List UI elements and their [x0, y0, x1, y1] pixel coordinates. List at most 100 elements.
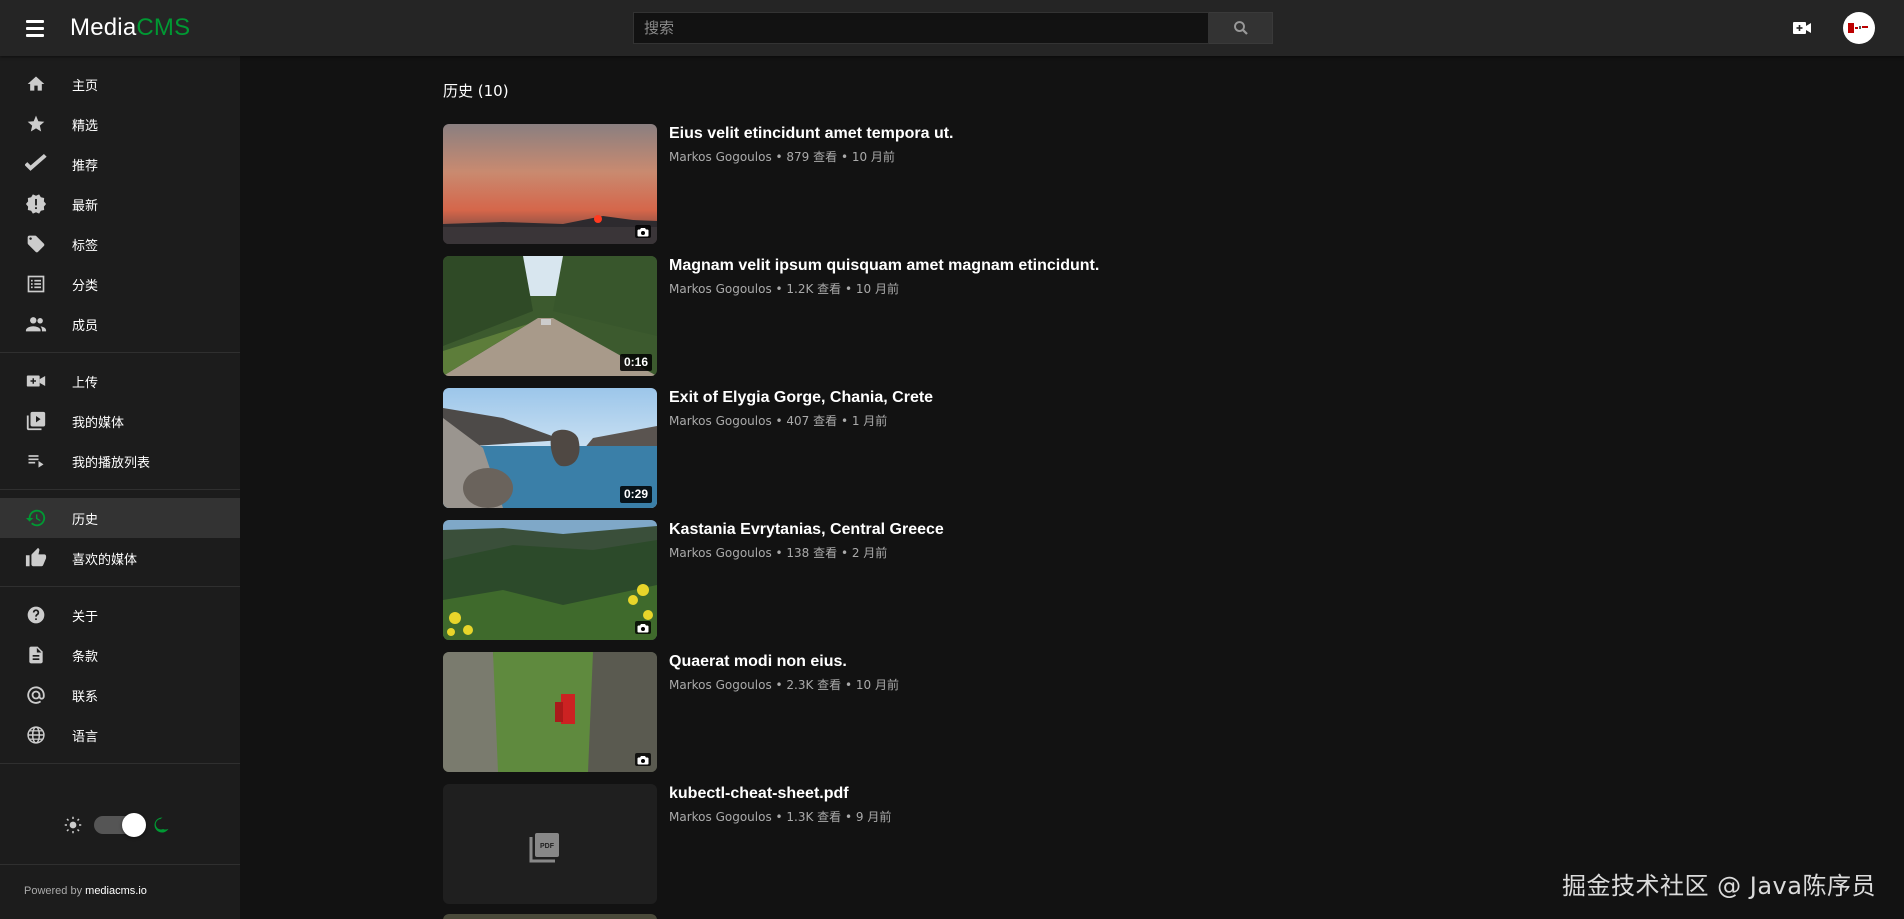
dark-mode-switch[interactable]: [94, 813, 146, 837]
video-library-icon: [24, 409, 48, 433]
media-meta: Markos Gogoulos • 407 查看 • 1 月前: [669, 414, 888, 428]
logo-text-media: Media: [70, 14, 137, 41]
sidebar-item-liked-media[interactable]: 喜欢的媒体: [0, 538, 240, 578]
media-info: Kastania Evrytanias, Central Greece Mark…: [669, 520, 944, 561]
sidebar-item-categories[interactable]: 分类: [0, 264, 240, 304]
thumb-up-icon: [24, 546, 48, 570]
media-thumbnail[interactable]: 0:29: [443, 388, 657, 508]
search-button[interactable]: [1209, 12, 1273, 44]
theme-toggle: [60, 810, 184, 840]
document-icon: [24, 643, 48, 667]
list-item[interactable]: Eius velit etincidunt amet tempora ut. M…: [443, 124, 1543, 256]
media-meta: Markos Gogoulos • 2.3K 查看 • 10 月前: [669, 678, 899, 692]
list-item[interactable]: 0:29 Exit of Elygia Gorge, Chania, Crete…: [443, 388, 1543, 520]
media-thumbnail[interactable]: [443, 914, 657, 919]
duration-badge: 0:29: [619, 486, 652, 503]
sidebar-item-label: 关于: [72, 609, 99, 625]
sidebar: 主页 精选 推荐 最新 标签 分类 成员 上传 我的媒体 我的播放列表 历史 喜…: [0, 56, 240, 919]
media-title[interactable]: Eius velit etincidunt amet tempora ut.: [669, 124, 954, 144]
watermark: 掘金技术社区 @ Java陈序员: [1562, 872, 1876, 900]
switch-knob: [122, 813, 146, 837]
media-info: Magnam velit ipsum quisquam amet magnam …: [669, 256, 1099, 297]
list-item[interactable]: 0:16 Magnam velit ipsum quisquam amet ma…: [443, 256, 1543, 388]
media-meta: Markos Gogoulos • 879 查看 • 10 月前: [669, 150, 895, 164]
sidebar-item-label: 精选: [72, 118, 99, 134]
sidebar-item-label: 语言: [72, 729, 99, 745]
camera-icon: [635, 621, 651, 634]
history-list: Eius velit etincidunt amet tempora ut. M…: [443, 124, 1543, 916]
sidebar-item-label: 最新: [72, 198, 99, 214]
sidebar-item-history[interactable]: 历史: [0, 498, 240, 538]
sidebar-item-featured[interactable]: 精选: [0, 104, 240, 144]
media-info: Exit of Elygia Gorge, Chania, Crete Mark…: [669, 388, 933, 429]
sidebar-item-about[interactable]: 关于: [0, 595, 240, 635]
media-thumbnail[interactable]: [443, 652, 657, 772]
media-thumbnail[interactable]: [443, 124, 657, 244]
sidebar-item-contact[interactable]: 联系: [0, 675, 240, 715]
new-releases-icon: [24, 192, 48, 216]
check-icon: [24, 152, 48, 176]
sidebar-item-members[interactable]: 成员: [0, 304, 240, 344]
sidebar-item-label: 喜欢的媒体: [72, 552, 138, 568]
nav-group-library: 历史 喜欢的媒体: [0, 490, 240, 587]
media-title[interactable]: Quaerat modi non eius.: [669, 652, 899, 672]
sidebar-footer: Powered by mediacms.io: [0, 864, 240, 917]
sidebar-item-label: 成员: [72, 318, 99, 334]
video-call-icon[interactable]: [1790, 16, 1814, 40]
sidebar-item-label: 主页: [72, 78, 99, 94]
media-thumbnail[interactable]: 0:16: [443, 256, 657, 376]
search-icon: [1233, 21, 1248, 35]
camera-icon: [635, 753, 651, 766]
home-icon: [24, 72, 48, 96]
nav-group-user: 上传 我的媒体 我的播放列表: [0, 353, 240, 490]
page-title: 历史 (10): [443, 82, 509, 100]
menu-icon[interactable]: [24, 18, 48, 38]
search-bar: [633, 12, 1273, 44]
moon-icon: [152, 816, 170, 838]
avatar[interactable]: [1843, 12, 1875, 44]
media-meta: Markos Gogoulos • 138 查看 • 2 月前: [669, 546, 888, 560]
media-meta: Markos Gogoulos • 1.3K 查看 • 9 月前: [669, 810, 892, 824]
mediacms-link[interactable]: mediacms.io: [85, 885, 147, 897]
sidebar-item-label: 推荐: [72, 158, 99, 174]
svg-text:PDF: PDF: [540, 843, 555, 850]
duration-badge: 0:16: [619, 354, 652, 371]
playlist-icon: [24, 449, 48, 473]
sidebar-item-latest[interactable]: 最新: [0, 184, 240, 224]
tag-icon: [24, 232, 48, 256]
sidebar-item-tags[interactable]: 标签: [0, 224, 240, 264]
search-input[interactable]: [633, 12, 1209, 44]
sidebar-item-label: 我的播放列表: [72, 455, 151, 471]
sidebar-item-label: 历史: [72, 512, 99, 528]
at-icon: [24, 683, 48, 707]
media-info: Eius velit etincidunt amet tempora ut. M…: [669, 124, 954, 165]
people-icon: [24, 312, 48, 336]
sidebar-item-label: 条款: [72, 649, 99, 665]
list-item[interactable]: PDF kubectl-cheat-sheet.pdf Markos Gogou…: [443, 784, 1543, 916]
media-thumbnail[interactable]: PDF: [443, 784, 657, 904]
sidebar-item-label: 上传: [72, 375, 99, 391]
list-icon: [24, 272, 48, 296]
history-icon: [24, 506, 48, 530]
list-item[interactable]: Kastania Evrytanias, Central Greece Mark…: [443, 520, 1543, 652]
media-title[interactable]: kubectl-cheat-sheet.pdf: [669, 784, 891, 804]
sidebar-item-recommended[interactable]: 推荐: [0, 144, 240, 184]
media-thumbnail[interactable]: [443, 520, 657, 640]
sidebar-item-upload[interactable]: 上传: [0, 361, 240, 401]
media-title[interactable]: Kastania Evrytanias, Central Greece: [669, 520, 944, 540]
nav-group-main: 主页 精选 推荐 最新 标签 分类 成员: [0, 56, 240, 353]
sidebar-item-home[interactable]: 主页: [0, 64, 240, 104]
camera-icon: [635, 225, 651, 238]
media-info: kubectl-cheat-sheet.pdf Markos Gogoulos …: [669, 784, 891, 825]
logo[interactable]: MediaCMS: [70, 14, 190, 42]
sidebar-item-label: 我的媒体: [72, 415, 125, 431]
media-meta: Markos Gogoulos • 1.2K 查看 • 10 月前: [669, 282, 899, 296]
sidebar-item-language[interactable]: 语言: [0, 715, 240, 755]
help-icon: [24, 603, 48, 627]
sidebar-item-my-playlists[interactable]: 我的播放列表: [0, 441, 240, 481]
list-item[interactable]: Quaerat modi non eius. Markos Gogoulos •…: [443, 652, 1543, 784]
sidebar-item-terms[interactable]: 条款: [0, 635, 240, 675]
sidebar-item-my-media[interactable]: 我的媒体: [0, 401, 240, 441]
media-title[interactable]: Magnam velit ipsum quisquam amet magnam …: [669, 256, 1099, 276]
media-title[interactable]: Exit of Elygia Gorge, Chania, Crete: [669, 388, 933, 408]
